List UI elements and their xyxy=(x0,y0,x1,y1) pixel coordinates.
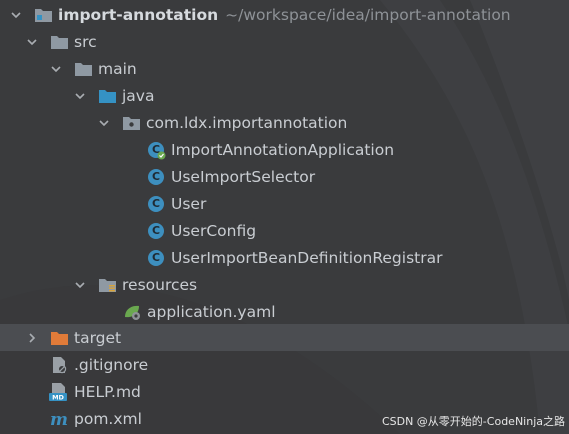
package-label: com.ldx.importannotation xyxy=(146,113,348,132)
spring-config-icon xyxy=(122,303,142,321)
project-tree: import-annotation ~/workspace/idea/impor… xyxy=(0,0,569,434)
help-label: HELP.md xyxy=(74,382,141,401)
tree-row-yaml[interactable]: application.yaml xyxy=(0,298,569,325)
tree-row-main[interactable]: main xyxy=(0,55,569,82)
svg-text:m: m xyxy=(50,410,68,428)
class-icon: C xyxy=(146,222,166,240)
tree-row-resources[interactable]: resources xyxy=(0,271,569,298)
class-icon: C xyxy=(146,168,166,186)
tree-row-class[interactable]: C UseImportSelector xyxy=(0,163,569,190)
src-label: src xyxy=(74,32,97,51)
class-icon: C xyxy=(146,249,166,267)
target-label: target xyxy=(74,328,122,347)
source-folder-icon xyxy=(97,87,117,105)
tree-row-root[interactable]: import-annotation ~/workspace/idea/impor… xyxy=(0,1,569,28)
folder-icon xyxy=(73,60,93,78)
tree-row-class[interactable]: C User xyxy=(0,190,569,217)
ignore-file-icon xyxy=(49,356,69,374)
tree-row-src[interactable]: src xyxy=(0,28,569,55)
chevron-down-icon[interactable] xyxy=(9,8,23,22)
tree-row-help[interactable]: MD HELP.md xyxy=(0,378,569,405)
markdown-file-icon: MD xyxy=(49,382,69,401)
module-folder-icon xyxy=(33,6,53,24)
root-name: import-annotation xyxy=(58,5,219,24)
class-label: UserImportBeanDefinitionRegistrar xyxy=(171,248,443,267)
tree-row-gitignore[interactable]: .gitignore xyxy=(0,351,569,378)
tree-row-class[interactable]: C UserImportBeanDefinitionRegistrar xyxy=(0,244,569,271)
tree-row-class-application[interactable]: C ImportAnnotationApplication xyxy=(0,136,569,163)
resources-folder-icon xyxy=(97,276,117,294)
class-label: User xyxy=(171,194,207,213)
pom-label: pom.xml xyxy=(74,409,142,428)
resources-label: resources xyxy=(122,275,198,294)
chevron-down-icon[interactable] xyxy=(73,89,87,103)
package-icon xyxy=(121,114,141,132)
gitignore-label: .gitignore xyxy=(74,355,149,374)
maven-icon: m xyxy=(49,410,69,428)
tree-row-package[interactable]: com.ldx.importannotation xyxy=(0,109,569,136)
class-label: ImportAnnotationApplication xyxy=(171,140,395,159)
chevron-down-icon[interactable] xyxy=(49,62,63,76)
tree-row-class[interactable]: C UserConfig xyxy=(0,217,569,244)
excluded-folder-icon xyxy=(49,329,69,347)
class-icon: C xyxy=(146,195,166,213)
folder-icon xyxy=(49,33,69,51)
java-label: java xyxy=(122,86,155,105)
spring-boot-class-icon: C xyxy=(146,141,166,159)
main-label: main xyxy=(98,59,137,78)
root-path: ~/workspace/idea/import-annotation xyxy=(225,5,511,24)
chevron-down-icon[interactable] xyxy=(73,278,87,292)
tree-row-target[interactable]: target xyxy=(0,324,569,351)
class-label: UserConfig xyxy=(171,221,257,240)
tree-row-java[interactable]: java xyxy=(0,82,569,109)
watermark: CSDN @从零开始的-CodeNinja之路 xyxy=(381,415,565,428)
svg-text:MD: MD xyxy=(52,393,64,401)
chevron-right-icon[interactable] xyxy=(25,331,39,345)
chevron-down-icon[interactable] xyxy=(25,35,39,49)
chevron-down-icon[interactable] xyxy=(97,116,111,130)
yaml-label: application.yaml xyxy=(147,302,276,321)
class-label: UseImportSelector xyxy=(171,167,316,186)
